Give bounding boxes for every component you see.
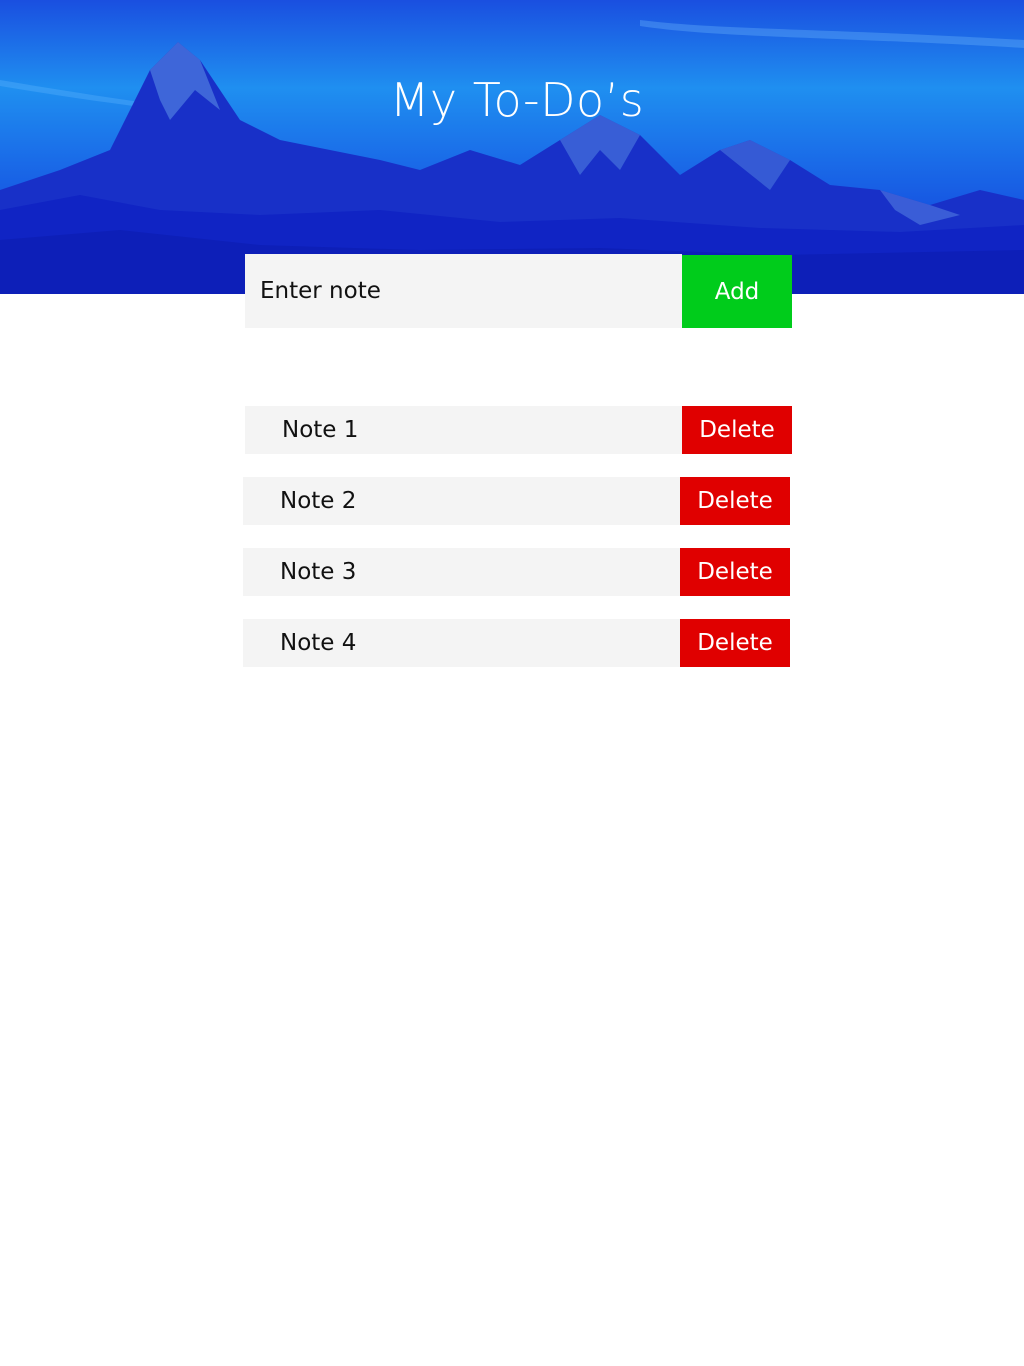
- todo-text: Note 1: [245, 406, 682, 454]
- add-button[interactable]: Add: [682, 255, 792, 328]
- mountain-background-image: [0, 20, 1024, 294]
- delete-button[interactable]: Delete: [680, 619, 790, 667]
- hero-banner: My To-Do’s: [0, 0, 1024, 294]
- todo-text: Note 2: [243, 477, 680, 525]
- todo-item: Note 3 Delete: [243, 548, 790, 596]
- delete-button[interactable]: Delete: [680, 477, 790, 525]
- todo-item: Note 4 Delete: [243, 619, 790, 667]
- todo-text: Note 3: [243, 548, 680, 596]
- todo-item: Note 1 Delete: [245, 406, 792, 454]
- todo-text: Note 4: [243, 619, 680, 667]
- add-note-form: Add: [245, 254, 792, 328]
- page-title: My To-Do’s: [389, 73, 645, 127]
- todo-item: Note 2 Delete: [243, 477, 790, 525]
- note-input[interactable]: [245, 254, 682, 328]
- delete-button[interactable]: Delete: [680, 548, 790, 596]
- delete-button[interactable]: Delete: [682, 406, 792, 454]
